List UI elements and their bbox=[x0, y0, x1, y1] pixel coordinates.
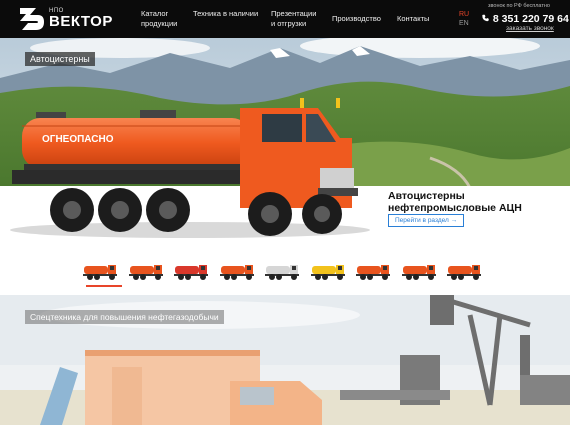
header: НПО ВЕКТОР Каталог продукции Техника в н… bbox=[0, 0, 570, 38]
thumbnail-6[interactable] bbox=[310, 262, 346, 282]
nav-catalog[interactable]: Каталог продукции bbox=[141, 9, 177, 28]
nav-production[interactable]: Производство bbox=[332, 14, 381, 24]
header-phone[interactable]: 8 351 220 79 64 bbox=[481, 13, 569, 25]
logo[interactable]: НПО ВЕКТОР bbox=[16, 4, 128, 34]
logo-name: ВЕКТОР bbox=[49, 13, 113, 30]
hero-banner: ОГНЕОПАСНО Автоцистерны Автоцистерны неф… bbox=[0, 38, 570, 248]
thumbnail-1[interactable] bbox=[82, 262, 118, 282]
thumbnail-2[interactable] bbox=[128, 262, 164, 282]
phone-number: 8 351 220 79 64 bbox=[492, 13, 569, 25]
phone-icon bbox=[482, 14, 489, 22]
tank-warning-text: ОГНЕОПАСНО bbox=[42, 134, 114, 145]
nav-in-stock[interactable]: Техника в наличии bbox=[193, 9, 258, 19]
order-call-link[interactable]: заказать звонок bbox=[506, 25, 554, 32]
logo-mark-icon bbox=[20, 8, 44, 30]
lang-ru[interactable]: RU bbox=[459, 11, 469, 18]
free-call-note: звонок по РФ бесплатно bbox=[488, 3, 550, 9]
thumbnail-strip bbox=[82, 262, 492, 288]
go-to-section-button[interactable]: Перейти в раздел → bbox=[388, 214, 465, 227]
section-special-equipment: Спецтехника для повышения нефтегазодобыч… bbox=[0, 295, 570, 425]
nav-contacts[interactable]: Контакты bbox=[397, 14, 429, 24]
thumbnail-8[interactable] bbox=[401, 262, 437, 282]
hero-illustration: ОГНЕОПАСНО bbox=[0, 38, 570, 248]
nav-presentations[interactable]: Презентации и отгрузки bbox=[271, 9, 316, 28]
section2-category-tag: Спецтехника для повышения нефтегазодобыч… bbox=[25, 310, 224, 324]
thumbnail-3[interactable] bbox=[173, 262, 209, 282]
lang-en[interactable]: EN bbox=[459, 20, 469, 27]
active-thumb-indicator bbox=[86, 285, 122, 287]
hero-title: Автоцистерны нефтепромысловые АЦН bbox=[388, 190, 522, 214]
hero-category-tag: Автоцистерны bbox=[25, 52, 95, 66]
thumbnail-4[interactable] bbox=[219, 262, 255, 282]
thumbnail-9[interactable] bbox=[446, 262, 482, 282]
thumbnail-5[interactable] bbox=[264, 262, 300, 282]
thumbnail-7[interactable] bbox=[355, 262, 391, 282]
